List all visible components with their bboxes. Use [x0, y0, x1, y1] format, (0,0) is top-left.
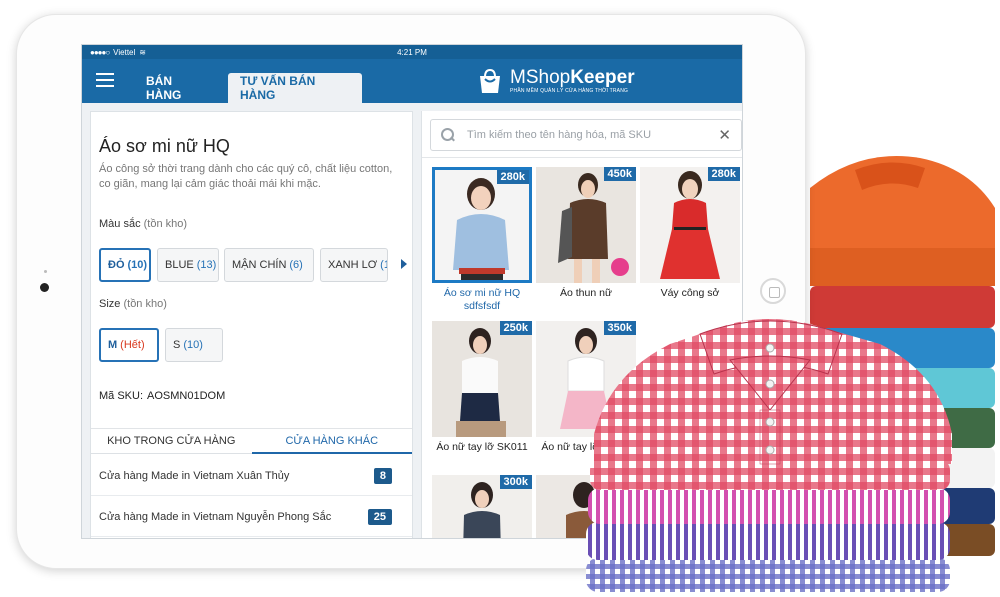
color-chip-name: ĐỎ — [108, 259, 125, 271]
size-label: Size — [99, 298, 121, 310]
product-photo — [640, 167, 740, 283]
product-card[interactable]: 280k Áo sơ mi nữ HQ sdfsfsdf — [432, 167, 532, 313]
color-chip-name: MẬN CHÍN — [232, 259, 287, 271]
sensor-dot — [44, 270, 47, 273]
divider — [422, 157, 742, 158]
product-name: Áo sơ mi nữ HQ sdfsfsdf — [443, 287, 521, 312]
product-photo — [435, 170, 529, 280]
color-chip-count: (13) — [196, 259, 217, 271]
stage: ●●●●○ Viettel ≋ 4:21 PM BÁN HÀNG TƯ VẤN … — [0, 0, 1000, 597]
color-chip-count: (6) — [289, 259, 303, 271]
product-thumbnail: 280k — [432, 167, 532, 283]
color-stock-note: (tồn kho) — [143, 218, 188, 230]
app-logo: MShopKeeper PHẦN MỀM QUẢN LÝ CỬA HÀNG TH… — [476, 65, 635, 97]
color-chip-man-chin[interactable]: MẬN CHÍN (6) — [224, 248, 314, 282]
product-name: Áo thun nữ — [560, 287, 612, 299]
logo-name-light: MShop — [510, 67, 571, 88]
carrier-name: Viettel — [113, 47, 136, 57]
color-label: Màu sắc — [99, 218, 141, 230]
store-name: Cửa hàng Made in Vietnam Nguyễn Phong Sắ… — [99, 510, 332, 523]
wifi-icon: ≋ — [139, 47, 146, 57]
home-button[interactable] — [760, 278, 786, 304]
list-item[interactable]: Cửa hàng Made in Vietnam Nguyễn Phong Sắ… — [91, 497, 412, 537]
tab-cua-hang-khac[interactable]: CỬA HÀNG KHÁC — [251, 429, 412, 454]
sku-label: Mã SKU: — [99, 390, 144, 402]
size-chip-m[interactable]: M (Hết) — [99, 328, 159, 362]
chevron-right-icon[interactable] — [401, 259, 407, 269]
list-item[interactable]: Cửa hàng Made in Vietnam Xuân Thủy 8 — [91, 456, 412, 496]
close-icon[interactable]: ✕ — [718, 126, 731, 144]
stock-qty-badge: 25 — [367, 508, 392, 525]
product-card[interactable]: 280k Váy công sở — [640, 167, 740, 300]
color-chip-name: BLUE — [165, 259, 194, 271]
search-input[interactable] — [467, 129, 713, 141]
store-name: Cửa hàng Made in Vietnam Xuân Thủy — [99, 469, 290, 482]
product-thumbnail: 280k — [640, 167, 740, 283]
color-chip-blue[interactable]: BLUE (13) — [157, 248, 219, 282]
clock: 4:21 PM — [397, 47, 427, 57]
size-chip-count: (Hết) — [120, 339, 145, 351]
color-chip-xanh-lo[interactable]: XANH LƠ(1 — [320, 248, 388, 282]
product-name: Váy công sở — [660, 287, 720, 299]
product-detail-panel: Áo sơ mi nữ HQ Áo công sở thời trang dàn… — [90, 111, 413, 538]
logo-name-bold: Keeper — [570, 67, 635, 88]
tab-tu-van-ban-hang[interactable]: TƯ VẤN BÁN HÀNG — [228, 73, 362, 103]
status-bar: ●●●●○ Viettel ≋ 4:21 PM — [82, 45, 742, 59]
product-thumbnail: 250k — [432, 321, 532, 437]
color-chip-count: (10) — [127, 259, 148, 271]
signal-icon: ●●●●○ — [90, 47, 110, 57]
product-name: Áo nữ tay lỡ SK011 — [436, 441, 528, 453]
hamburger-icon[interactable] — [96, 73, 114, 87]
tab-ban-hang[interactable]: BÁN HÀNG — [134, 73, 218, 103]
price-badge: 250k — [499, 321, 532, 335]
size-chip-s[interactable]: S (10) — [165, 328, 223, 362]
stock-tabs: KHO TRONG CỬA HÀNG CỬA HÀNG KHÁC — [91, 428, 412, 454]
checked-shirt-stack-image — [586, 319, 952, 592]
search-icon — [441, 128, 455, 142]
product-photo — [536, 167, 636, 283]
product-title: Áo sơ mi nữ HQ — [99, 136, 230, 156]
color-section-label: Màu sắc (tồn kho) — [99, 218, 187, 230]
search-box: ✕ — [430, 119, 742, 151]
size-chip-count: (10) — [183, 339, 203, 351]
price-badge: 300k — [499, 475, 532, 489]
price-badge: 280k — [707, 167, 740, 181]
product-thumbnail: 300k — [432, 475, 532, 538]
size-chip-name: M — [108, 339, 118, 351]
product-card[interactable]: 300k — [432, 475, 532, 538]
price-badge: 450k — [603, 167, 636, 181]
color-chip-count: (1 — [380, 259, 387, 271]
size-stock-note: (tồn kho) — [123, 298, 167, 310]
color-chip-name: XANH LƠ — [328, 259, 378, 271]
price-badge: 280k — [496, 170, 529, 184]
product-thumbnail: 450k — [536, 167, 636, 283]
size-section-label: Size (tồn kho) — [99, 298, 167, 310]
app-header: BÁN HÀNG TƯ VẤN BÁN HÀNG MShopKeeper PHẦ… — [82, 59, 742, 103]
sku-value: AOSMN01DOM — [147, 390, 226, 402]
tab-kho-trong-cua-hang[interactable]: KHO TRONG CỬA HÀNG — [91, 429, 252, 454]
size-chip-name: S — [173, 339, 181, 351]
stock-qty-badge: 8 — [373, 467, 392, 484]
product-description: Áo công sở thời trang dành cho các quý c… — [99, 163, 393, 190]
product-photo — [432, 321, 532, 437]
color-chip-do[interactable]: ĐỎ (10) — [99, 248, 151, 282]
sku-row: Mã SKU: AOSMN01DOM — [99, 390, 225, 402]
camera-icon — [40, 283, 49, 292]
product-card[interactable]: 450k Áo thun nữ — [536, 167, 636, 300]
shopping-bag-icon — [480, 68, 500, 93]
logo-tagline: PHẦN MỀM QUẢN LÝ CỬA HÀNG THỜI TRANG — [510, 88, 629, 94]
product-card[interactable]: 250k Áo nữ tay lỡ SK011 — [432, 321, 532, 454]
